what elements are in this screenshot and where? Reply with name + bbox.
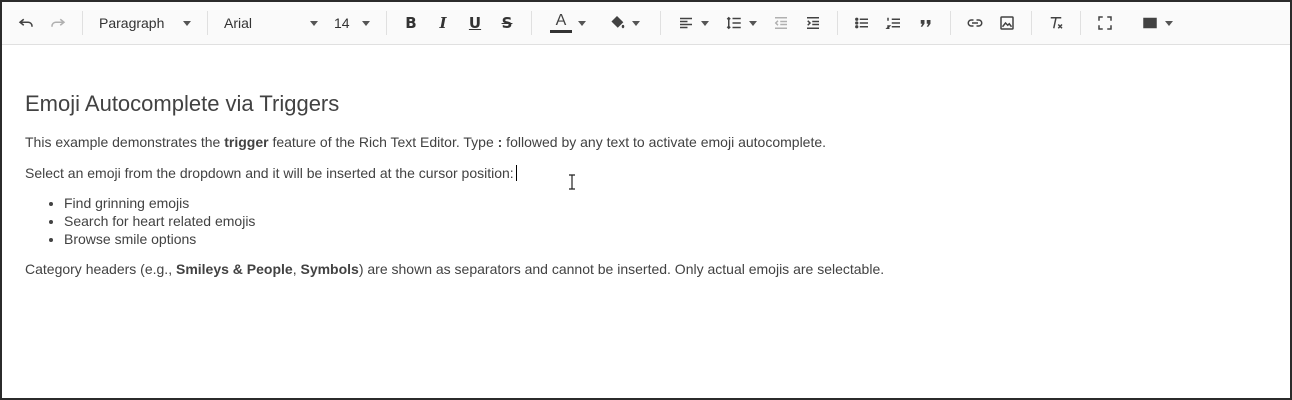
font-family-value: Arial [224,15,253,31]
toolbar-separator [837,11,838,35]
note-text-end: ) are shown as separators and cannot be … [358,261,885,277]
align-button[interactable] [669,7,717,39]
chevron-down-icon [701,20,709,26]
toolbar-separator [1031,11,1032,35]
outdent-button[interactable] [765,7,797,39]
list-item: Find grinning emojis [64,194,1270,212]
toolbar-separator [531,11,532,35]
indent-icon [807,17,819,29]
chevron-down-icon [632,20,640,26]
toolbar-separator [950,11,951,35]
link-icon [967,19,983,27]
insert-image-button[interactable] [991,7,1023,39]
line-height-button[interactable] [717,7,765,39]
italic-button[interactable]: I [427,7,459,39]
trigger-keyword: trigger [224,134,269,150]
list-item: Browse smile options [64,230,1270,248]
intro-text-end: followed by any text to activate emoji a… [502,134,827,150]
indent-button[interactable] [797,7,829,39]
font-family-dropdown[interactable]: Arial [216,7,326,39]
content-heading: Emoji Autocomplete via Triggers [25,91,340,116]
chevron-down-icon [362,20,370,26]
paragraph-format-value: Paragraph [99,15,165,31]
text-cursor [515,165,517,181]
bold-icon: B [405,14,417,32]
category-symbols: Symbols [300,261,359,277]
mouse-ibeam-icon [569,174,575,190]
toolbar-separator [660,11,661,35]
bullet-list-icon [855,17,868,29]
clear-format-icon [1050,17,1063,29]
intro-text-start: This example demonstrates the [25,134,225,150]
clear-format-button[interactable] [1040,7,1072,39]
line-height-icon [726,16,741,30]
category-note-paragraph: Category headers (e.g., Smileys & People… [25,260,1270,278]
bullet-list-button[interactable] [846,7,878,39]
chevron-down-icon [749,20,757,26]
fullscreen-icon [1098,16,1112,30]
image-icon [1000,16,1014,30]
window-icon [1143,17,1157,29]
bullet-list: Find grinning emojis Search for heart re… [25,194,1270,248]
blockquote-button[interactable] [910,7,942,39]
font-size-value: 14 [334,15,350,31]
undo-icon [18,18,33,27]
numbered-list-button[interactable] [878,7,910,39]
bold-button[interactable]: B [395,7,427,39]
intro-paragraph: This example demonstrates the trigger fe… [25,133,1270,151]
insert-link-button[interactable] [959,7,991,39]
editor-content[interactable]: Emoji Autocomplete via Triggers This exa… [25,45,1270,398]
rich-text-editor: Paragraph Arial 14 B I U S A Emoji Autoc… [0,0,1292,400]
redo-button[interactable] [42,7,74,39]
view-mode-button[interactable] [1129,7,1185,39]
italic-icon: I [439,14,447,32]
background-color-button[interactable] [596,7,652,39]
paint-bucket-icon [611,15,625,29]
quote-icon [920,20,931,27]
toolbar: Paragraph Arial 14 B I U S A [2,2,1290,45]
chevron-down-icon [578,20,586,26]
underline-button[interactable]: U [459,7,491,39]
chevron-down-icon [183,20,191,26]
redo-icon [51,18,66,27]
font-size-dropdown[interactable]: 14 [326,7,378,39]
fullscreen-button[interactable] [1089,7,1121,39]
list-item: Search for heart related emojis [64,212,1270,230]
instruction-text: Select an emoji from the dropdown and it… [25,165,514,181]
strikethrough-icon: S [501,14,513,32]
undo-button[interactable] [10,7,42,39]
outdent-icon [774,17,787,29]
align-left-icon [680,17,692,29]
intro-text-middle: feature of the Rich Text Editor. Type [268,134,498,150]
instruction-paragraph: Select an emoji from the dropdown and it… [25,164,1270,182]
strikethrough-button[interactable]: S [491,7,523,39]
note-text-start: Category headers (e.g., [25,261,176,277]
category-smileys: Smileys & People [175,261,293,277]
toolbar-separator [207,11,208,35]
chevron-down-icon [1165,20,1173,26]
toolbar-separator [1080,11,1081,35]
numbered-list-icon [885,17,900,29]
paragraph-format-dropdown[interactable]: Paragraph [91,7,199,39]
underline-icon: U [468,14,482,32]
toolbar-separator [386,11,387,35]
chevron-down-icon [310,20,318,26]
font-color-button[interactable]: A [540,7,596,39]
font-color-icon: A [550,12,572,33]
toolbar-separator [82,11,83,35]
